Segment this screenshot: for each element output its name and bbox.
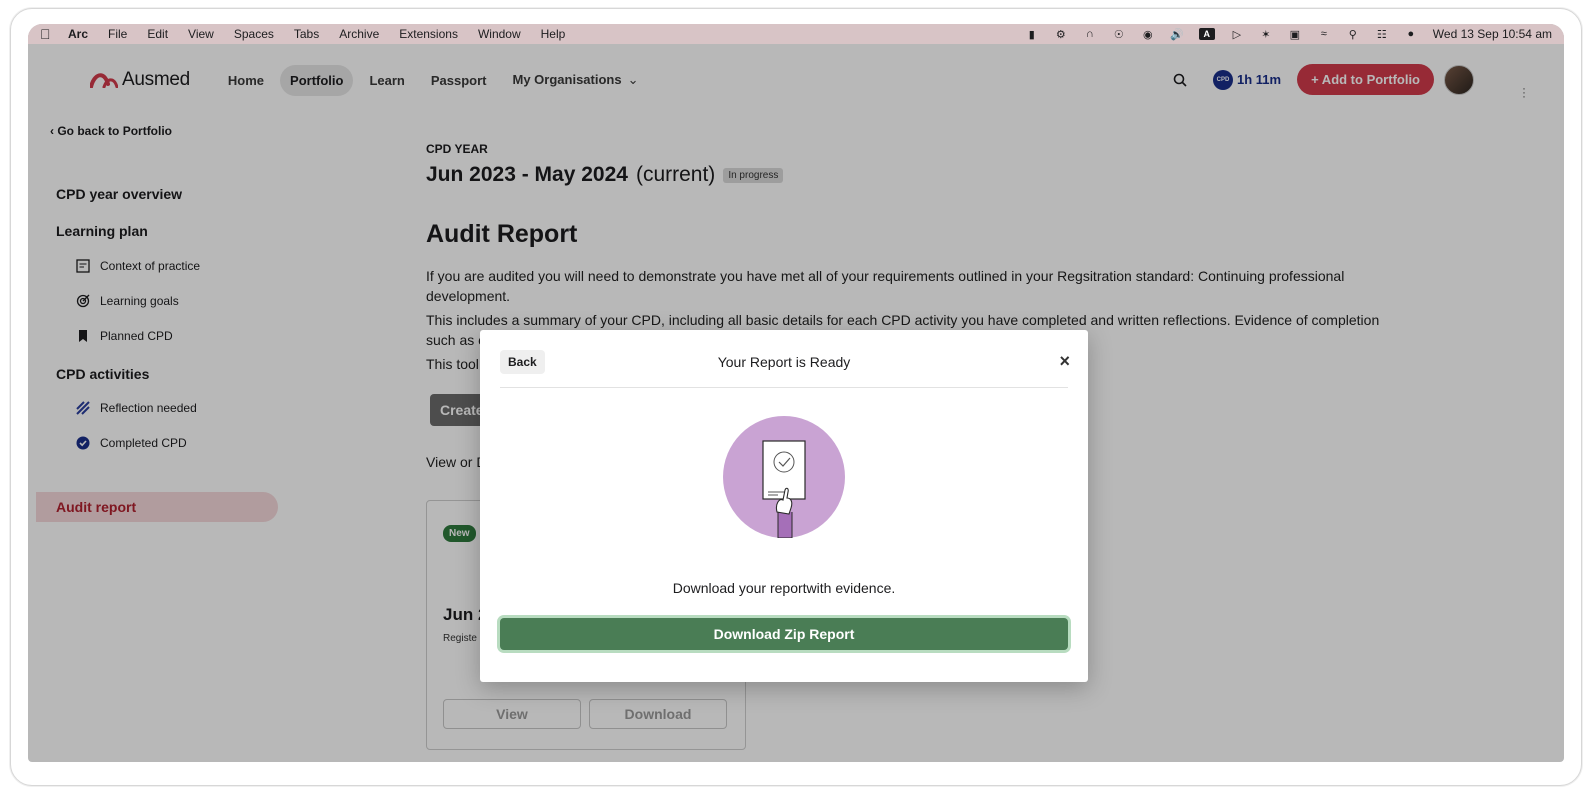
grammarly-icon[interactable]: ◉ bbox=[1141, 28, 1155, 41]
arch-icon[interactable]: ∩ bbox=[1083, 28, 1097, 40]
battery-icon[interactable]: ▣ bbox=[1288, 28, 1302, 41]
menu-window[interactable]: Window bbox=[478, 27, 521, 41]
modal-message: Download your reportwith evidence. bbox=[672, 580, 896, 596]
menu-app-arc[interactable]: Arc bbox=[68, 27, 88, 41]
report-ready-illustration bbox=[723, 416, 845, 538]
battery-menu-icon[interactable]: ▮ bbox=[1025, 28, 1039, 41]
macos-menubar:  Arc File Edit View Spaces Tabs Archive… bbox=[28, 24, 1564, 44]
more-options-icon[interactable]: · · · bbox=[1522, 82, 1526, 102]
wifi-icon[interactable]: ≈ bbox=[1317, 28, 1331, 40]
bluetooth-icon[interactable]: ✶ bbox=[1259, 28, 1273, 41]
apple-icon[interactable]:  bbox=[40, 26, 58, 42]
status-area: ▮ ⚙ ∩ ☉ ◉ 🔊 A ▷ ✶ ▣ ≈ ⚲ ☷ ● Wed 13 Sep 1… bbox=[1025, 27, 1552, 41]
password-manager-icon[interactable]: ☉ bbox=[1112, 28, 1126, 41]
menu-file[interactable]: File bbox=[108, 27, 127, 41]
menu-extensions[interactable]: Extensions bbox=[399, 27, 458, 41]
menu-tabs[interactable]: Tabs bbox=[294, 27, 319, 41]
modal-divider bbox=[500, 387, 1068, 388]
volume-icon[interactable]: 🔊 bbox=[1170, 28, 1184, 41]
input-source-icon[interactable]: A bbox=[1198, 28, 1215, 40]
brightness-icon[interactable]: ⚙ bbox=[1054, 28, 1068, 41]
menu-archive[interactable]: Archive bbox=[339, 27, 379, 41]
menu-help[interactable]: Help bbox=[541, 27, 566, 41]
clock[interactable]: Wed 13 Sep 10:54 am bbox=[1433, 27, 1552, 41]
report-ready-modal: Back Your Report is Ready × Download you… bbox=[480, 330, 1088, 682]
menu-spaces[interactable]: Spaces bbox=[234, 27, 274, 41]
screen:  Arc File Edit View Spaces Tabs Archive… bbox=[28, 24, 1564, 762]
modal-title: Your Report is Ready bbox=[717, 354, 851, 370]
spotlight-icon[interactable]: ⚲ bbox=[1346, 28, 1360, 41]
download-zip-report-button[interactable]: Download Zip Report bbox=[500, 618, 1068, 650]
play-icon[interactable]: ▷ bbox=[1230, 28, 1244, 41]
menu-view[interactable]: View bbox=[188, 27, 214, 41]
siri-icon[interactable]: ● bbox=[1404, 28, 1418, 40]
browser-content: Ausmed Home Portfolio Learn Passport My … bbox=[36, 52, 1532, 762]
menu-edit[interactable]: Edit bbox=[147, 27, 168, 41]
close-icon[interactable]: × bbox=[1059, 352, 1070, 370]
control-center-icon[interactable]: ☷ bbox=[1375, 28, 1389, 41]
